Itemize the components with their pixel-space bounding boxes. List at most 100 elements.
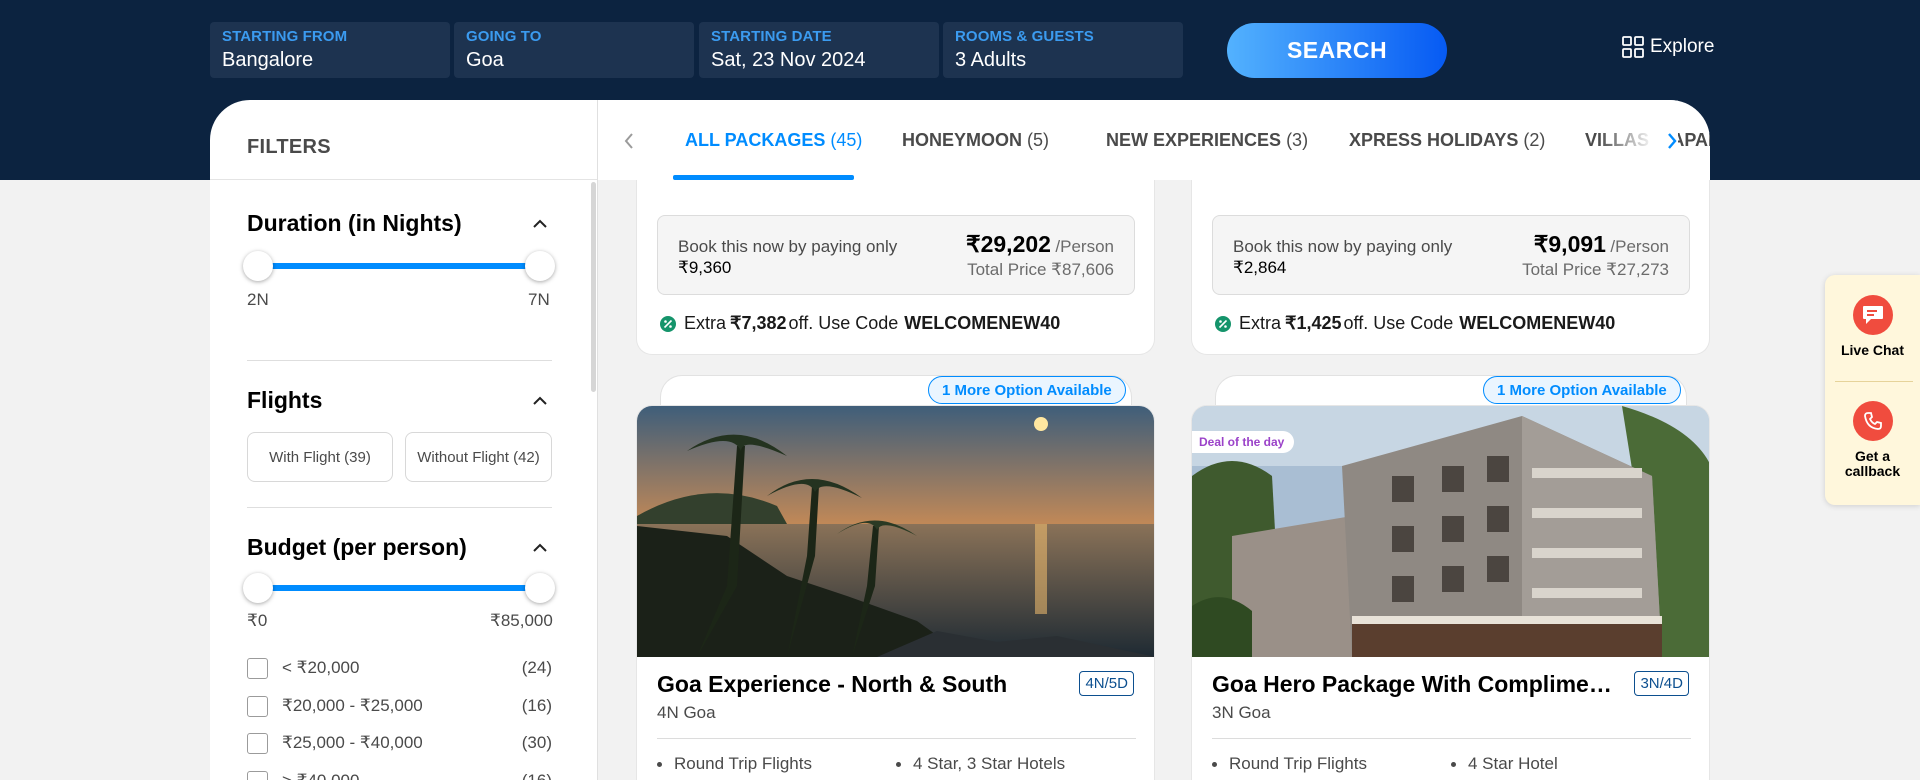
- support-widget: Live Chat Get a callback: [1825, 275, 1920, 505]
- pay-now-amount: ₹9,360: [678, 258, 732, 277]
- divider: [1835, 381, 1913, 382]
- budget-option-count: (16): [522, 771, 552, 780]
- explore-label: Explore: [1650, 36, 1715, 57]
- inclusion-item: 4 Star, 3 Star Hotels: [896, 754, 1065, 774]
- filters-title: FILTERS: [210, 100, 597, 180]
- budget-option-label: < ₹20,000: [282, 658, 360, 677]
- guests-value: 3 Adults: [955, 49, 1027, 71]
- with-flight-option[interactable]: With Flight (39): [247, 432, 393, 482]
- callback-label-line2: callback: [1844, 463, 1901, 479]
- tab-all-packages[interactable]: ALL PACKAGES (45): [685, 130, 862, 151]
- coupon-offer: Extra ₹1,425 off. Use Code WELCOMENEW40: [1214, 313, 1615, 334]
- price-per-person: ₹9,091: [1533, 231, 1606, 257]
- divider: [1212, 738, 1691, 739]
- live-chat-button[interactable]: Live Chat: [1825, 295, 1920, 358]
- budget-max-label: ₹85,000: [490, 611, 553, 630]
- from-field[interactable]: STARTING FROM Bangalore: [210, 22, 450, 78]
- duration-badge: 4N/5D: [1079, 671, 1134, 696]
- budget-option[interactable]: ₹20,000 - ₹25,000 (16): [247, 694, 552, 718]
- duration-slider-track[interactable]: [247, 263, 534, 269]
- guests-field[interactable]: ROOMS & GUESTS 3 Adults: [943, 22, 1183, 78]
- budget-title: Budget (per person): [247, 534, 467, 560]
- price-per-person: ₹29,202: [965, 231, 1051, 257]
- budget-option[interactable]: < ₹20,000 (24): [247, 656, 552, 680]
- checkbox[interactable]: [247, 732, 268, 754]
- budget-option[interactable]: > ₹40,000 (16): [247, 769, 552, 780]
- budget-option-count: (24): [521, 658, 552, 677]
- budget-option-label: ₹25,000 - ₹40,000: [282, 733, 423, 752]
- package-title: Goa Hero Package With Complimenta...: [1212, 671, 1612, 697]
- more-options-badge[interactable]: 1 More Option Available: [928, 376, 1126, 404]
- price-block: ₹29,202 /Person Total Price ₹87,606: [965, 231, 1114, 279]
- inclusion-item: Round Trip Flights: [657, 754, 812, 774]
- to-field[interactable]: GOING TO Goa: [454, 22, 694, 78]
- pay-now-amount: ₹2,864: [1233, 258, 1287, 277]
- pay-now-text: Book this now by paying only ₹9,360: [678, 237, 898, 277]
- guests-label: ROOMS & GUESTS: [955, 28, 1094, 45]
- filters-panel: FILTERS Duration (in Nights) 2N 7N Fligh…: [210, 100, 597, 780]
- callback-label-line1: Get a: [1854, 448, 1890, 464]
- date-field[interactable]: STARTING DATE Sat, 23 Nov 2024: [699, 22, 939, 78]
- package-title: Goa Experience - North & South: [657, 671, 1008, 697]
- pay-box: Book this now by paying only ₹9,360 ₹29,…: [657, 215, 1135, 295]
- tab-xpress-holidays[interactable]: XPRESS HOLIDAYS (2): [1349, 130, 1545, 151]
- duration-badge: 3N/4D: [1634, 671, 1689, 696]
- budget-slider-track[interactable]: [247, 585, 534, 591]
- checkbox[interactable]: [247, 695, 268, 717]
- total-price: Total Price ₹87,606: [967, 260, 1114, 279]
- budget-option-label: > ₹40,000: [282, 771, 359, 780]
- tab-new-experiences[interactable]: NEW EXPERIENCES (3): [1106, 130, 1308, 151]
- filters-scrollbar[interactable]: [591, 182, 596, 392]
- active-tab-indicator: [673, 175, 854, 180]
- chevron-up-icon[interactable]: [532, 543, 548, 553]
- callback-button[interactable]: Get a callback: [1825, 401, 1920, 479]
- duration-min-thumb[interactable]: [243, 251, 273, 281]
- phone-icon: [1852, 401, 1893, 441]
- divider: [657, 738, 1136, 739]
- chevron-up-icon[interactable]: [532, 219, 548, 229]
- duration-max-thumb[interactable]: [525, 251, 555, 281]
- package-card[interactable]: Deal of the day Goa Hero Package With Co…: [1191, 405, 1710, 780]
- pay-now-text: Book this now by paying only ₹2,864: [1233, 237, 1453, 277]
- duration-title: Duration (in Nights): [247, 210, 462, 236]
- budget-option-label: ₹20,000 - ₹25,000: [282, 696, 423, 715]
- budget-max-thumb[interactable]: [525, 573, 555, 603]
- duration-max-label: 7N: [528, 290, 550, 309]
- divider: [247, 507, 552, 508]
- flights-title: Flights: [247, 387, 323, 413]
- offer-badge-icon: [660, 315, 676, 332]
- deal-of-the-day-tag: Deal of the day: [1192, 431, 1295, 453]
- date-value: Sat, 23 Nov 2024: [711, 49, 866, 71]
- grid-icon: [1622, 36, 1644, 58]
- explore-link[interactable]: Explore: [1622, 36, 1714, 58]
- without-flight-option[interactable]: Without Flight (42): [405, 432, 552, 482]
- chevron-left-icon[interactable]: [623, 132, 635, 150]
- package-subtitle: 3N Goa: [1212, 703, 1271, 722]
- budget-option[interactable]: ₹25,000 - ₹40,000 (30): [247, 731, 552, 755]
- package-card-bottom[interactable]: Book this now by paying only ₹2,864 ₹9,0…: [1191, 160, 1710, 355]
- tab-honeymoon[interactable]: HONEYMOON (5): [902, 130, 1049, 151]
- from-label: STARTING FROM: [222, 28, 348, 45]
- to-value: Goa: [466, 49, 504, 71]
- package-card[interactable]: Goa Experience - North & South 4N/5D 4N …: [636, 405, 1155, 780]
- search-button[interactable]: SEARCH: [1227, 23, 1447, 78]
- inclusion-item: Round Trip Flights: [1212, 754, 1367, 774]
- coupon-offer: Extra ₹7,382 off. Use Code WELCOMENEW40: [659, 313, 1060, 334]
- duration-min-label: 2N: [247, 290, 269, 309]
- pay-box: Book this now by paying only ₹2,864 ₹9,0…: [1212, 215, 1690, 295]
- panel-divider: [597, 100, 598, 780]
- checkbox[interactable]: [247, 770, 268, 780]
- budget-option-count: (16): [521, 696, 552, 715]
- coupon-code: WELCOMENEW40: [1459, 313, 1616, 333]
- inclusion-item: 4 Star Hotel: [1451, 754, 1558, 774]
- checkbox[interactable]: [247, 657, 268, 679]
- more-options-badge[interactable]: 1 More Option Available: [1483, 376, 1681, 404]
- offer-badge-icon: [1215, 315, 1231, 332]
- chevron-right-icon[interactable]: [1666, 132, 1678, 150]
- budget-min-thumb[interactable]: [243, 573, 273, 603]
- chevron-up-icon[interactable]: [532, 396, 548, 406]
- price-block: ₹9,091 /Person Total Price ₹27,273: [1522, 231, 1669, 279]
- to-label: GOING TO: [466, 28, 542, 45]
- package-card-bottom[interactable]: Book this now by paying only ₹9,360 ₹29,…: [636, 160, 1155, 355]
- date-label: STARTING DATE: [711, 28, 832, 45]
